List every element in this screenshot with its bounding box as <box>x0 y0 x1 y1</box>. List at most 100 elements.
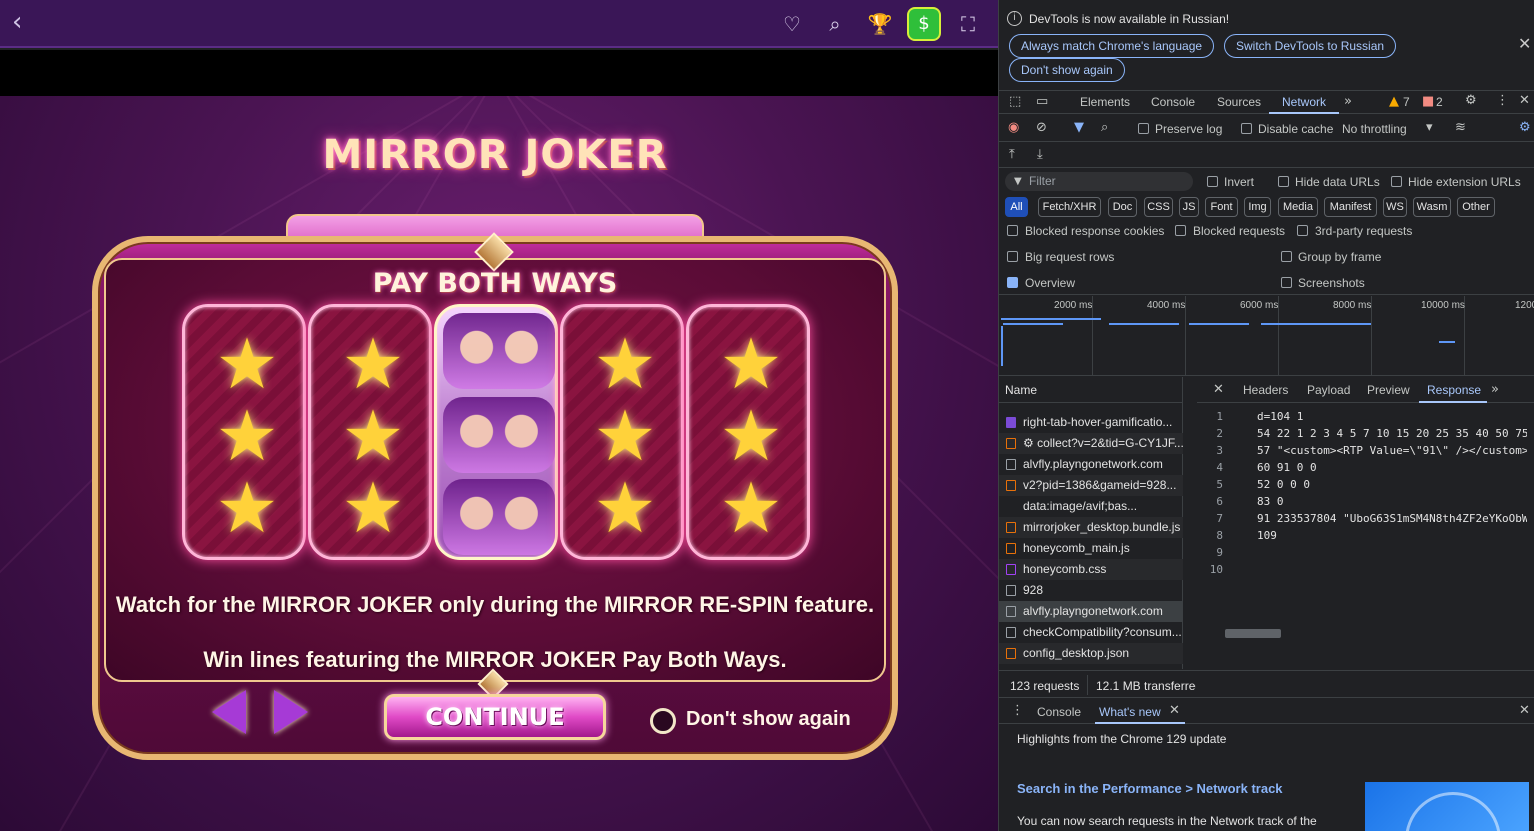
dont-show-again-button[interactable]: Don't show again <box>1009 58 1125 82</box>
type-all-button[interactable]: All <box>1005 197 1028 217</box>
inspect-element-icon[interactable]: ⬚ <box>1009 95 1021 109</box>
whats-new-link[interactable]: Search in the Performance > Network trac… <box>1017 781 1283 796</box>
warning-icon[interactable]: ▲ <box>1389 95 1399 109</box>
type-doc-button[interactable]: Doc <box>1108 197 1137 217</box>
scrollbar-thumb[interactable] <box>1225 629 1281 638</box>
close-tab-icon[interactable]: ✕ <box>1169 704 1180 718</box>
request-row[interactable]: honeycomb_main.js <box>999 538 1183 559</box>
big-rows-checkbox[interactable] <box>1007 251 1018 262</box>
kebab-menu-icon[interactable]: ⋮ <box>1011 704 1024 718</box>
type-img-button[interactable]: Img <box>1244 197 1271 217</box>
settings-gear-icon[interactable]: ⚙ <box>1465 94 1477 108</box>
record-icon[interactable]: ◉ <box>1008 121 1019 135</box>
request-row[interactable]: alvfly.playngonetwork.com <box>999 454 1183 475</box>
chevron-down-icon[interactable]: ▾ <box>1426 121 1433 135</box>
request-row[interactable]: mirrorjoker_desktop.bundle.js <box>999 517 1183 538</box>
fullscreen-icon[interactable]: ⛶ <box>954 10 982 38</box>
type-font-button[interactable]: Font <box>1205 197 1238 217</box>
request-row[interactable]: data:image/avif;bas... <box>999 496 1183 517</box>
request-row[interactable]: honeycomb.css <box>999 559 1183 580</box>
back-icon[interactable]: ‹ <box>12 9 32 35</box>
tab-network[interactable]: Network <box>1282 95 1326 109</box>
dialog-controls: CONTINUE Don't show again <box>92 684 898 760</box>
type-manifest-button[interactable]: Manifest <box>1324 197 1377 217</box>
prev-page-button[interactable] <box>212 690 246 734</box>
type-media-button[interactable]: Media <box>1278 197 1318 217</box>
request-row[interactable]: config_desktop.json <box>999 643 1183 664</box>
name-column-header[interactable]: Name <box>999 377 1183 403</box>
overview-checkbox[interactable] <box>1007 277 1018 288</box>
blocked-requests-checkbox[interactable] <box>1175 225 1186 236</box>
tab-preview[interactable]: Preview <box>1367 383 1410 397</box>
response-viewer: ✕ Headers Payload Preview Response » 1 d… <box>1197 377 1534 669</box>
request-row[interactable]: checkCompatibility?consum... <box>999 622 1183 643</box>
filter-icon[interactable]: ▼ <box>1074 121 1084 135</box>
request-row-selected[interactable]: alvfly.playngonetwork.com <box>999 601 1183 622</box>
error-icon[interactable]: ■ <box>1422 95 1434 109</box>
filter-input[interactable]: Filter <box>1005 172 1193 191</box>
close-drawer-icon[interactable]: ✕ <box>1519 704 1530 718</box>
screenshots-checkbox[interactable] <box>1281 277 1292 288</box>
dont-show-checkbox[interactable] <box>650 708 676 734</box>
blocked-cookies-checkbox[interactable] <box>1007 225 1018 236</box>
request-row[interactable]: right-tab-hover-gamificatio... <box>999 412 1183 433</box>
switch-russian-button[interactable]: Switch DevTools to Russian <box>1224 34 1397 58</box>
match-language-button[interactable]: Always match Chrome's language <box>1009 34 1215 58</box>
group-frame-checkbox[interactable] <box>1281 251 1292 262</box>
continue-button[interactable]: CONTINUE <box>384 694 606 740</box>
invert-checkbox[interactable] <box>1207 176 1218 187</box>
tab-console[interactable]: Console <box>1151 95 1195 109</box>
close-icon[interactable]: ✕ <box>1518 34 1531 53</box>
warning-count: 7 <box>1403 95 1410 109</box>
device-toolbar-icon[interactable]: ▭ <box>1036 95 1048 109</box>
third-party-checkbox[interactable] <box>1297 225 1308 236</box>
hide-extension-urls-checkbox[interactable] <box>1391 176 1402 187</box>
type-wasm-button[interactable]: Wasm <box>1413 197 1451 217</box>
response-line: 52 0 0 0 <box>1257 478 1310 491</box>
search-icon[interactable]: ⌕ <box>821 10 849 38</box>
throttling-select[interactable]: No throttling <box>1342 122 1407 136</box>
type-other-button[interactable]: Other <box>1457 197 1495 217</box>
response-horizontal-scrollbar[interactable] <box>1207 627 1525 639</box>
request-row[interactable]: ⚙ collect?v=2&tid=G-CY1JF... <box>999 433 1183 454</box>
network-overview-timeline[interactable]: 2000 ms 4000 ms 6000 ms 8000 ms 10000 ms… <box>999 296 1534 376</box>
disable-cache-label: Disable cache <box>1258 122 1334 136</box>
next-page-button[interactable] <box>274 690 308 734</box>
dont-show-label[interactable]: Don't show again <box>686 708 851 731</box>
game-viewport: ‹ ♡ ⌕ 🏆 $ ⛶ MIRROR JOKER PAY BOTH WAYS ★… <box>0 0 998 831</box>
active-tab-indicator <box>1419 401 1487 403</box>
network-settings-icon[interactable]: ⚙ <box>1519 121 1531 135</box>
tab-sources[interactable]: Sources <box>1217 95 1261 109</box>
drawer-tab-console[interactable]: Console <box>1037 705 1081 719</box>
request-count: 123 requests <box>1010 679 1080 693</box>
download-icon[interactable]: ⤓ <box>1037 148 1043 162</box>
tab-payload[interactable]: Payload <box>1307 383 1350 397</box>
type-fetch-xhr-button[interactable]: Fetch/XHR <box>1038 197 1101 217</box>
kebab-menu-icon[interactable]: ⋮ <box>1496 94 1509 108</box>
request-row[interactable]: v2?pid=1386&gameid=928... <box>999 475 1183 496</box>
hide-data-urls-checkbox[interactable] <box>1278 176 1289 187</box>
close-devtools-icon[interactable]: ✕ <box>1519 94 1530 108</box>
request-list-scrollbar[interactable] <box>1183 403 1195 669</box>
more-tabs-icon[interactable]: » <box>1491 383 1499 397</box>
close-icon[interactable]: ✕ <box>1213 383 1224 397</box>
search-icon[interactable]: ⌕ <box>1101 121 1108 135</box>
network-conditions-icon[interactable]: ≋ <box>1455 121 1466 135</box>
drawer-tab-whats-new[interactable]: What's new <box>1099 705 1161 719</box>
type-css-button[interactable]: CSS <box>1144 197 1173 217</box>
disable-cache-checkbox[interactable] <box>1241 123 1252 134</box>
reel-1: ★ ★ ★ <box>182 304 306 560</box>
type-ws-button[interactable]: WS <box>1383 197 1407 217</box>
tab-headers[interactable]: Headers <box>1243 383 1288 397</box>
clear-icon[interactable]: ⊘ <box>1036 121 1047 135</box>
upload-icon[interactable]: ⤒ <box>1009 148 1015 162</box>
wallet-icon[interactable]: $ <box>907 7 941 41</box>
type-js-button[interactable]: JS <box>1179 197 1199 217</box>
tab-elements[interactable]: Elements <box>1080 95 1130 109</box>
trophy-icon[interactable]: 🏆 <box>866 10 894 38</box>
request-row[interactable]: 928 <box>999 580 1183 601</box>
preserve-log-checkbox[interactable] <box>1138 123 1149 134</box>
tab-response[interactable]: Response <box>1427 383 1481 397</box>
heart-icon[interactable]: ♡ <box>778 10 806 38</box>
more-tabs-icon[interactable]: » <box>1344 95 1352 109</box>
